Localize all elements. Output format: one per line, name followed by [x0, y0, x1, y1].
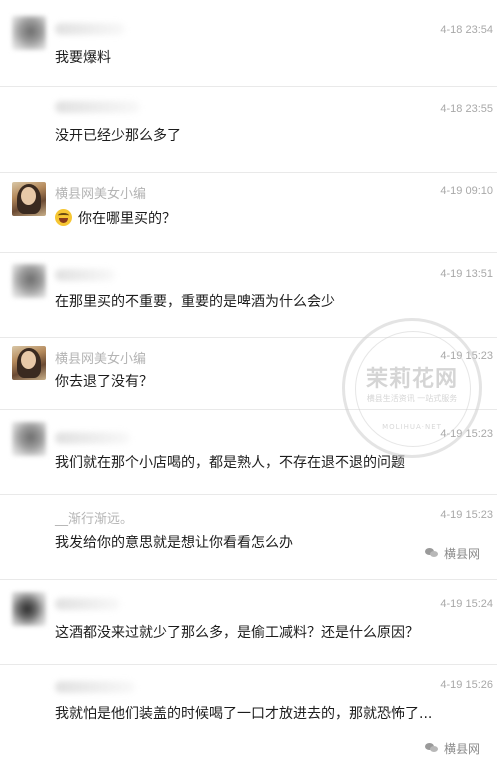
watermark-seal: 茉莉花网 横县生活资讯 一站式服务 MOLIHUA·NET [342, 318, 482, 458]
source-tag: 横县网 [425, 545, 480, 562]
username-redacted [55, 269, 115, 281]
username-redacted [55, 23, 125, 35]
message-text: 在那里买的不重要，重要的是啤酒为什么会少 [55, 294, 335, 310]
avatar-face [21, 351, 36, 369]
wechat-icon [425, 548, 439, 558]
watermark-subtitle-2: MOLIHUA·NET [382, 423, 442, 431]
message-text: 没开已经少那么多了 [55, 128, 181, 144]
message-item: 4-18 23:54 我要爆料 [0, 0, 497, 87]
watermark-brand: 茉莉花网 [365, 367, 458, 392]
message-text: 我们就在那个小店喝的，都是熟人，不存在退不退的问题 [55, 455, 405, 471]
message-item: 4-19 15:26 我就怕是他们装盖的时候喝了一口才放进去的，那就恐怖了... [0, 665, 497, 757]
message-text: 这酒都没来过就少了那么多，是偷工减料？还是什么原因？ [55, 625, 419, 641]
avatar[interactable] [12, 16, 46, 50]
laugh-cry-emoji-icon [55, 209, 72, 226]
username[interactable]: 横县网美女小编 [55, 183, 146, 202]
username-redacted [55, 101, 140, 113]
source-tag: 横县网 [425, 740, 480, 757]
message-feed: 4-18 23:54 我要爆料 4-18 23:55 没开已经少那么多了 横县网… [0, 0, 497, 757]
message-text: 我就怕是他们装盖的时候喝了一口才放进去的，那就恐怖了... [55, 706, 433, 722]
timestamp: 4-18 23:54 [440, 24, 493, 36]
username-redacted [55, 681, 135, 693]
username[interactable]: __渐行渐远。 [55, 508, 133, 527]
username-redacted [55, 598, 120, 610]
username-redacted [55, 432, 130, 444]
avatar[interactable] [12, 592, 46, 626]
message-item: 4-18 23:55 没开已经少那么多了 [0, 87, 497, 173]
avatar[interactable] [12, 346, 46, 380]
avatar[interactable] [12, 182, 46, 216]
timestamp: 4-18 23:55 [440, 103, 493, 115]
message-text: 你去退了没有？ [55, 374, 153, 390]
timestamp: 4-19 13:51 [440, 268, 493, 280]
message-item: __渐行渐远。 4-19 15:23 我发给你的意思就是想让你看看怎么办 [0, 495, 497, 580]
message-text: 我要爆料 [55, 50, 111, 66]
timestamp: 4-19 09:10 [440, 185, 493, 197]
timestamp: 4-19 15:23 [440, 509, 493, 521]
message-item: 4-19 15:24 这酒都没来过就少了那么多，是偷工减料？还是什么原因？ [0, 580, 497, 665]
source-label: 横县网 [444, 742, 481, 756]
avatar[interactable] [12, 264, 46, 298]
message-text: 我发给你的意思就是想让你看看怎么办 [55, 535, 293, 551]
avatar[interactable] [12, 422, 46, 456]
wechat-icon [425, 743, 439, 753]
message-item: 横县网美女小编 4-19 09:10 你在哪里买的？ [0, 173, 497, 253]
source-label: 横县网 [444, 547, 481, 561]
message-text-row: 你在哪里买的？ [55, 208, 176, 228]
timestamp: 4-19 15:26 [440, 679, 493, 691]
username[interactable]: 横县网美女小编 [55, 348, 146, 367]
watermark-subtitle: 横县生活资讯 一站式服务 [366, 394, 458, 403]
message-text: 你在哪里买的？ [78, 211, 176, 227]
timestamp: 4-19 15:24 [440, 598, 493, 610]
avatar-face [21, 187, 36, 205]
